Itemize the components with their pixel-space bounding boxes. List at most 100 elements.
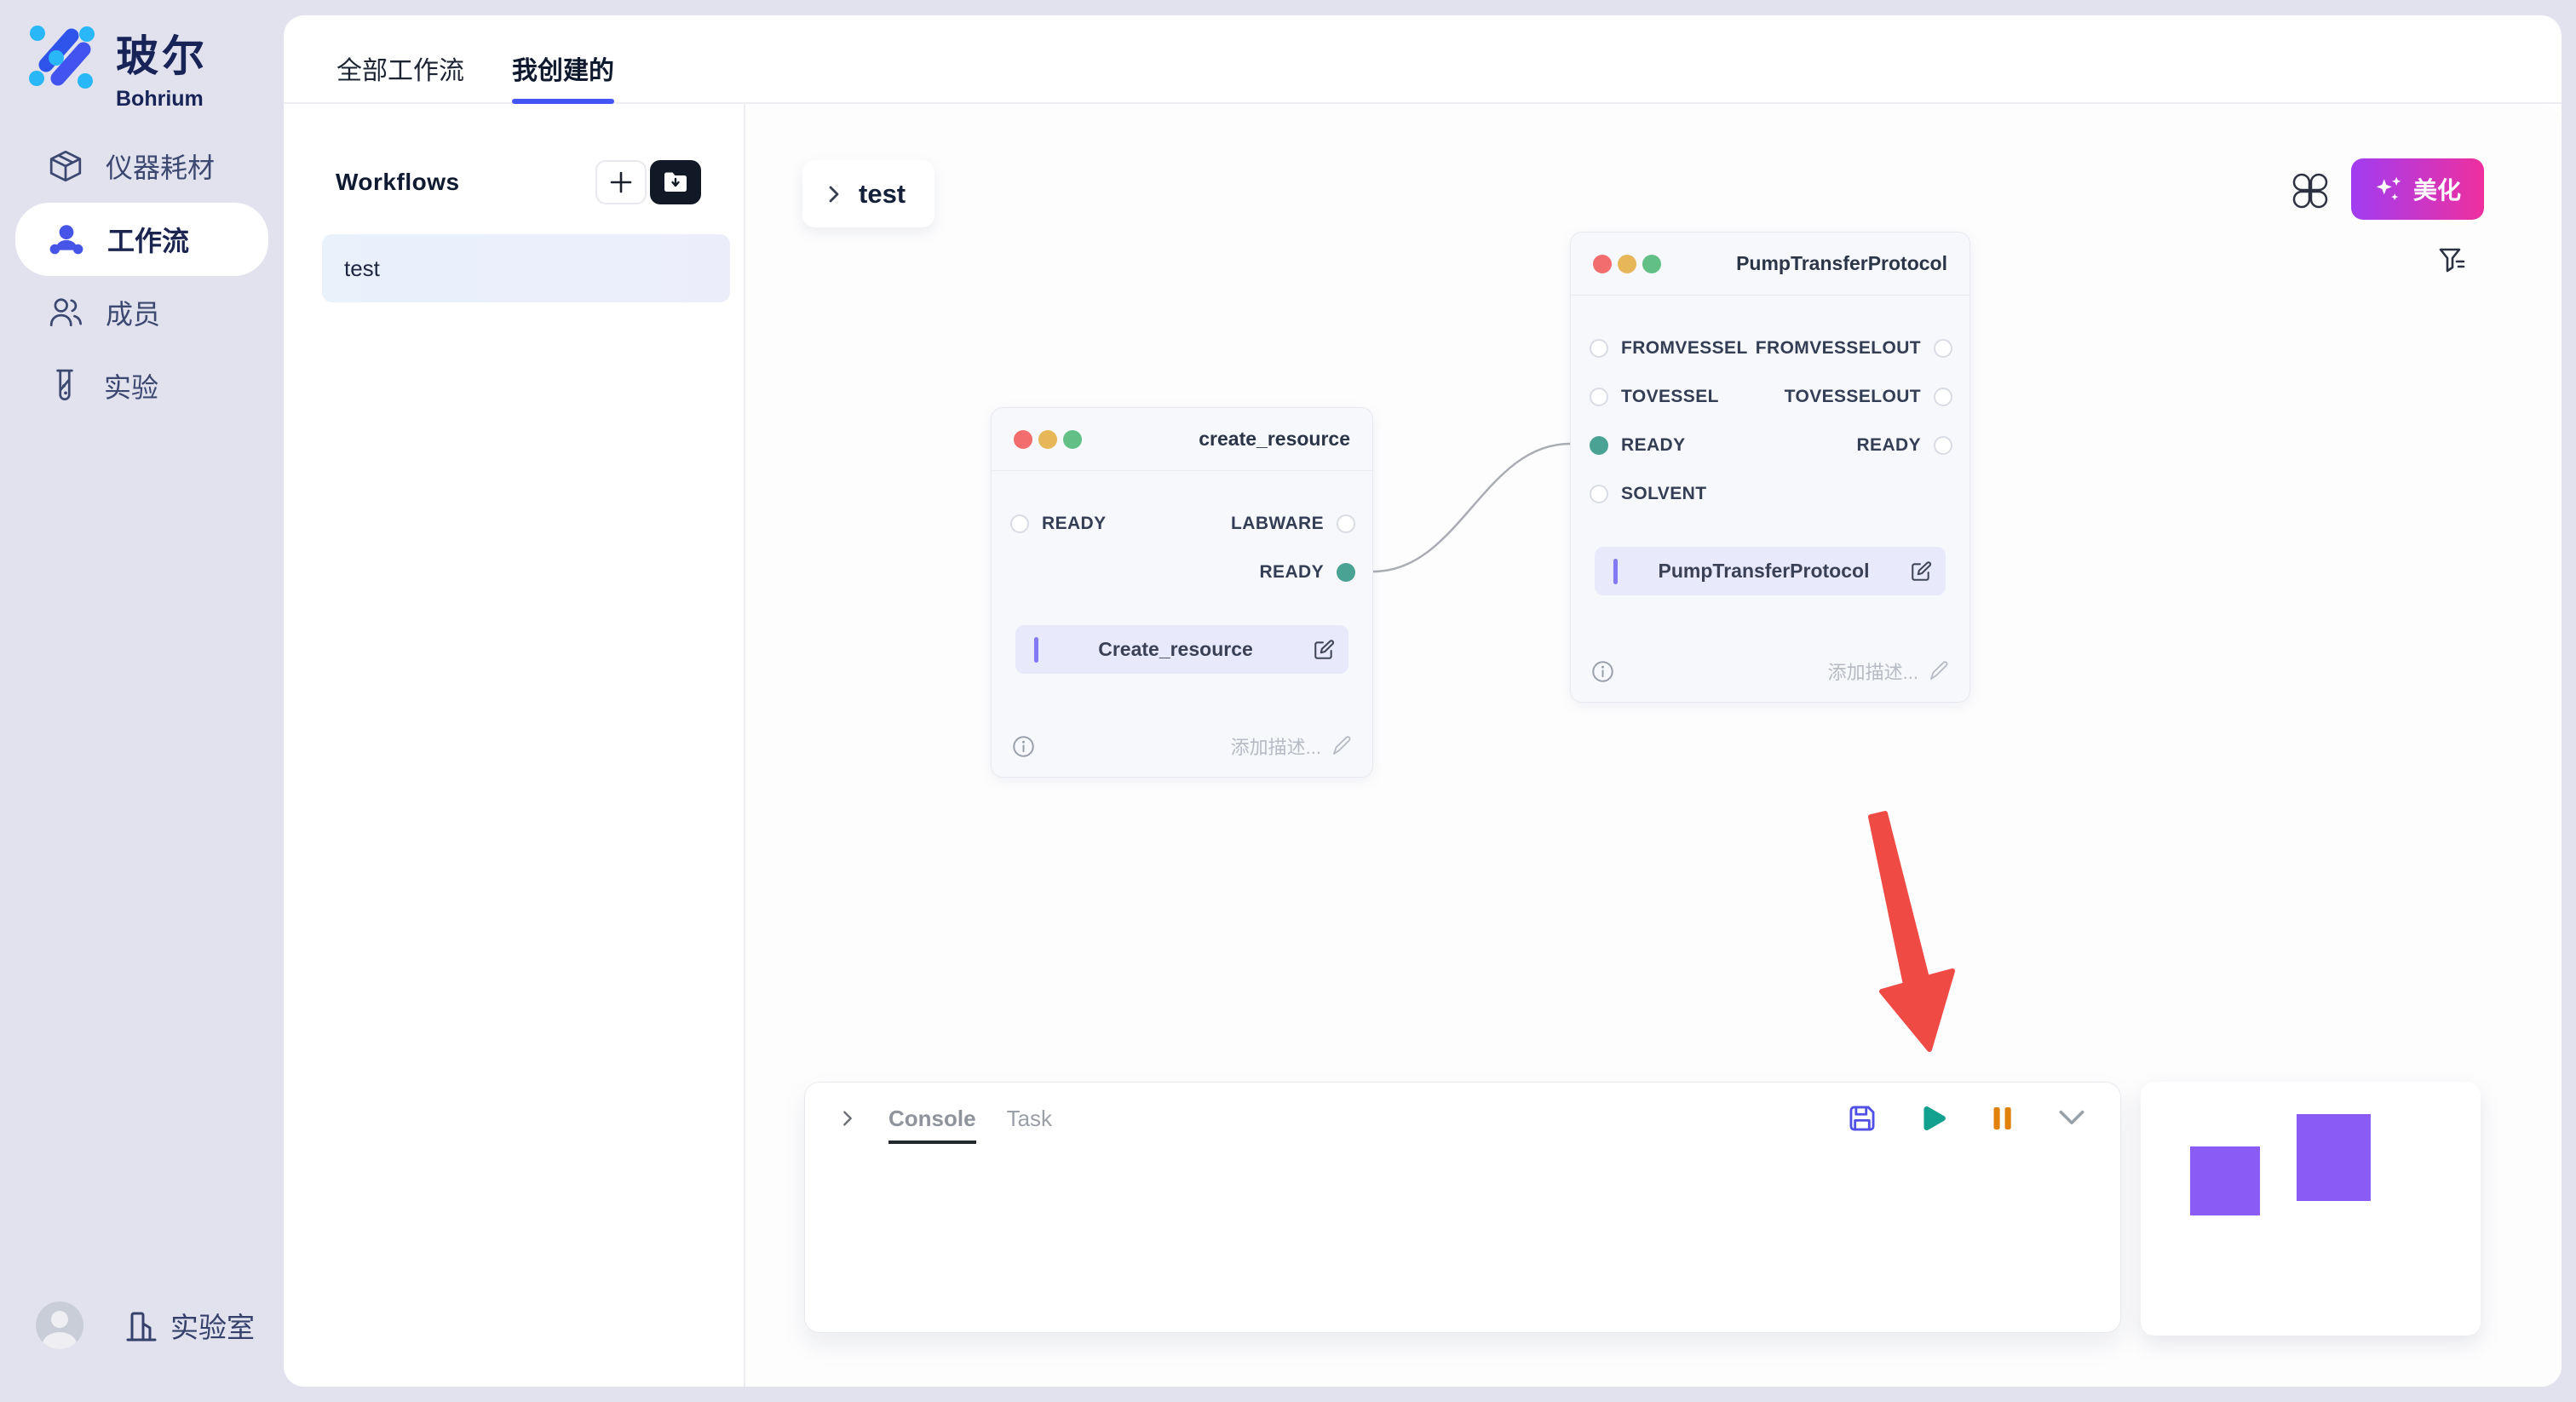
tab-label: 我创建的 — [512, 49, 614, 87]
info-icon[interactable] — [1591, 660, 1614, 683]
port-in-ready[interactable] — [1590, 436, 1608, 455]
action-label: PumpTransferProtocol — [1618, 560, 1910, 583]
sparkles-icon — [2374, 175, 2403, 203]
port-out-labware[interactable] — [1337, 514, 1355, 533]
port-out-tovesselout[interactable] — [1934, 388, 1952, 406]
port-label: FROMVESSELOUT — [1756, 338, 1921, 359]
sidebar-nav: 仪器耗材 工作流 成员 实验 — [0, 129, 284, 422]
port-in-fromvessel[interactable] — [1590, 339, 1608, 358]
minimap[interactable] — [2141, 1082, 2481, 1336]
dot-yellow-icon — [1038, 430, 1057, 449]
tab-label: 全部工作流 — [336, 49, 464, 87]
workflows-panel-title: Workflows — [336, 169, 460, 196]
sidebar-item-experiments[interactable]: 实验 — [0, 349, 284, 422]
sidebar-item-label: 仪器耗材 — [106, 147, 215, 186]
filter-icon[interactable] — [2435, 244, 2469, 278]
sidebar-item-label: 实验 — [104, 366, 158, 405]
port-in-tovessel[interactable] — [1590, 388, 1608, 406]
edit-icon[interactable] — [1910, 560, 1932, 583]
chevron-right-icon — [823, 183, 845, 205]
console-tab-task[interactable]: Task — [1007, 1106, 1052, 1132]
top-tabbar: 全部工作流 我创建的 — [284, 15, 2562, 104]
save-icon[interactable] — [1846, 1102, 1878, 1135]
node-create-resource[interactable]: create_resource READY LABWARE READY — [991, 407, 1373, 778]
workspace-label: 实验室 — [170, 1305, 255, 1346]
console-tab-label: Console — [888, 1106, 976, 1131]
beautify-label: 美化 — [2413, 172, 2461, 206]
import-workflow-button[interactable] — [650, 160, 701, 204]
port-out-ready[interactable] — [1337, 563, 1355, 582]
dot-red-icon — [1593, 255, 1612, 273]
edit-icon[interactable] — [1313, 639, 1335, 661]
tab-created-by-me[interactable]: 我创建的 — [512, 15, 614, 102]
traffic-dots — [1593, 255, 1661, 273]
node-title: create_resource — [1199, 428, 1350, 451]
sidebar-item-workflow[interactable]: 工作流 — [15, 203, 268, 276]
minimap-node — [2297, 1114, 2371, 1201]
port-label: READY — [1856, 435, 1921, 456]
bohrium-logo-icon — [27, 22, 97, 92]
minimap-node — [2190, 1146, 2260, 1215]
run-icon[interactable] — [1916, 1102, 1948, 1135]
action-label: Create_resource — [1038, 638, 1313, 661]
plus-icon — [608, 170, 634, 195]
port-in-solvent[interactable] — [1590, 485, 1608, 503]
components-icon[interactable] — [2291, 172, 2329, 210]
port-label: FROMVESSEL — [1621, 338, 1748, 359]
sidebar-item-instruments[interactable]: 仪器耗材 — [0, 129, 284, 203]
dot-green-icon — [1642, 255, 1661, 273]
building-icon — [124, 1307, 158, 1343]
sidebar: 玻尔 Bohrium 仪器耗材 工作流 成员 — [0, 0, 284, 1402]
beautify-button[interactable]: 美化 — [2351, 158, 2484, 220]
sidebar-item-label: 工作流 — [107, 220, 189, 259]
dot-green-icon — [1063, 430, 1082, 449]
info-icon[interactable] — [1012, 735, 1035, 758]
description-placeholder: 添加描述... — [1828, 658, 1918, 685]
sidebar-footer: 实验室 — [36, 1301, 255, 1349]
sidebar-item-label: 成员 — [106, 293, 160, 332]
node-pump-transfer-protocol[interactable]: PumpTransferProtocol FROMVESSEL FROMVESS… — [1570, 232, 1970, 703]
workflow-canvas[interactable]: test 美化 — [745, 104, 2562, 1387]
package-icon — [48, 149, 83, 183]
description-placeholder: 添加描述... — [1231, 733, 1321, 760]
port-label: SOLVENT — [1621, 484, 1706, 504]
dot-yellow-icon — [1618, 255, 1636, 273]
node-header: create_resource — [992, 408, 1372, 471]
node-description[interactable]: 添加描述... — [1231, 733, 1352, 760]
workflow-list-item-test[interactable]: test — [322, 234, 730, 302]
brand-logo: 玻尔 Bohrium — [27, 22, 208, 112]
port-out-fromvesselout[interactable] — [1934, 339, 1952, 358]
folder-import-icon — [663, 171, 688, 193]
pencil-icon — [1929, 661, 1949, 681]
add-workflow-button[interactable] — [595, 160, 647, 204]
port-out-ready[interactable] — [1934, 436, 1952, 455]
workflows-panel: Workflows test — [284, 104, 745, 1387]
pause-icon[interactable] — [1986, 1102, 2018, 1135]
port-label: TOVESSELOUT — [1785, 387, 1921, 407]
node-title: PumpTransferProtocol — [1736, 252, 1947, 275]
port-label: TOVESSEL — [1621, 387, 1719, 407]
traffic-dots — [1014, 430, 1082, 449]
port-in-ready[interactable] — [1010, 514, 1029, 533]
expand-chevron-icon[interactable] — [837, 1108, 858, 1129]
tab-all-workflows[interactable]: 全部工作流 — [336, 15, 464, 102]
console-panel: Console Task — [804, 1082, 2121, 1333]
port-label: READY — [1621, 435, 1686, 456]
canvas-breadcrumb[interactable]: test — [802, 160, 934, 227]
sidebar-item-members[interactable]: 成员 — [0, 276, 284, 349]
console-tab-label: Task — [1007, 1106, 1052, 1131]
workflow-name: test — [344, 256, 380, 282]
workflow-icon — [48, 222, 85, 256]
dot-red-icon — [1014, 430, 1032, 449]
port-label: READY — [1259, 562, 1324, 583]
collapse-chevron-icon[interactable] — [2056, 1106, 2088, 1131]
node-action-button[interactable]: Create_resource — [1015, 625, 1348, 674]
console-tab-console[interactable]: Console — [888, 1106, 976, 1144]
workspace-switcher[interactable]: 实验室 — [124, 1305, 255, 1346]
node-action-button[interactable]: PumpTransferProtocol — [1595, 547, 1946, 595]
user-avatar[interactable] — [36, 1301, 83, 1349]
main-card: 全部工作流 我创建的 Workflows — [284, 15, 2562, 1387]
node-description[interactable]: 添加描述... — [1828, 658, 1949, 685]
port-label: LABWARE — [1231, 514, 1324, 534]
pencil-icon — [1331, 736, 1352, 756]
